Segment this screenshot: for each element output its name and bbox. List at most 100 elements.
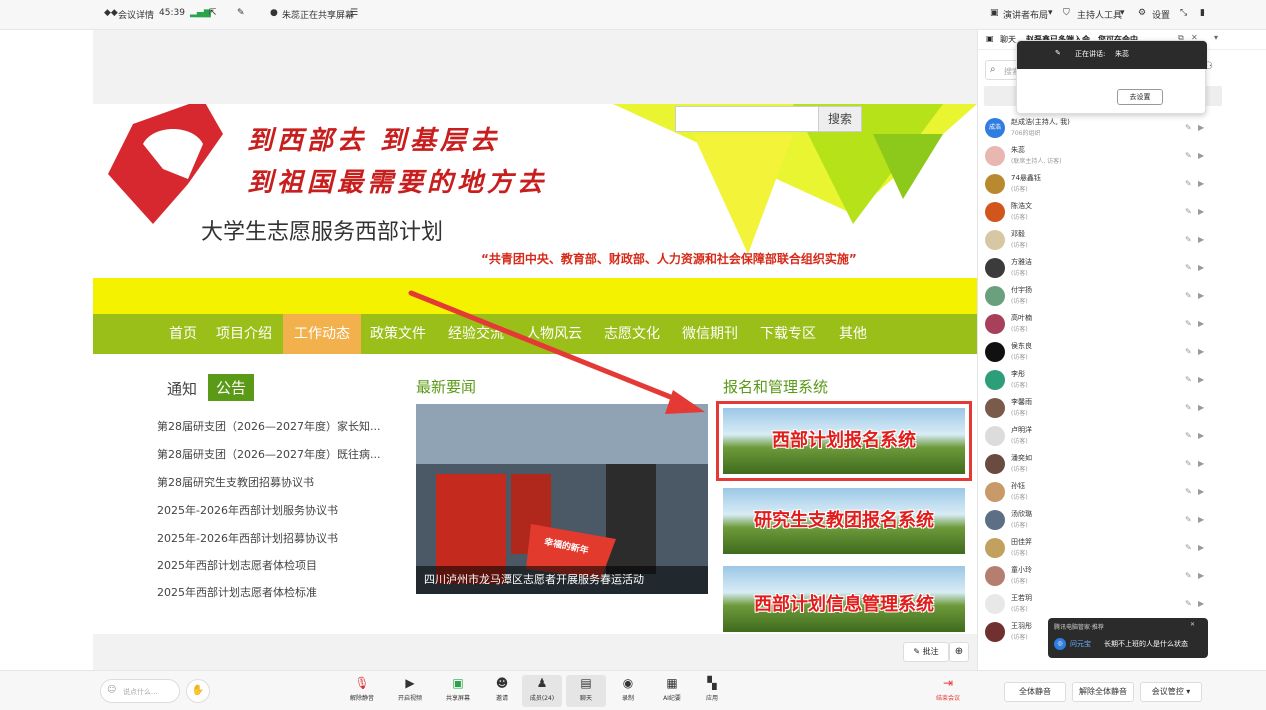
mic-muted-icon[interactable]: ✎ [1185, 123, 1192, 132]
member-row[interactable]: 童小玲 (访客) ✎ ▶ [978, 562, 1266, 590]
member-row[interactable]: 卢明洋 (访客) ✎ ▶ [978, 422, 1266, 450]
member-row[interactable]: 潘奕如 (访客) ✎ ▶ [978, 450, 1266, 478]
mic-muted-icon[interactable]: ✎ [1185, 235, 1192, 244]
nav-item-download[interactable]: 下载专区 [755, 314, 821, 354]
camera-off-icon[interactable]: ▶ [1198, 263, 1204, 272]
ai-notes-button[interactable]: ▦ AI纪要 [652, 675, 692, 707]
camera-off-icon[interactable]: ▶ [1198, 179, 1204, 188]
popout-icon[interactable]: ⇱ [209, 8, 217, 18]
mic-muted-icon[interactable]: ✎ [1185, 207, 1192, 216]
layout-button[interactable]: 演讲者布局 [1003, 8, 1048, 21]
member-row[interactable]: 高叶楠 (访客) ✎ ▶ [978, 310, 1266, 338]
mic-muted-icon[interactable]: ✎ [1185, 179, 1192, 188]
raise-hand-icon[interactable]: ✋ [186, 679, 210, 703]
camera-off-icon[interactable]: ▶ [1198, 151, 1204, 160]
settings-button[interactable]: 设置 [1152, 8, 1170, 21]
mic-muted-icon[interactable]: ✎ [1185, 431, 1192, 440]
system-banner-info[interactable]: 西部计划信息管理系统 [723, 566, 965, 632]
record-button[interactable]: ◉ 录制 [608, 675, 648, 707]
member-row[interactable]: 侯东良 (访客) ✎ ▶ [978, 338, 1266, 366]
camera-off-icon[interactable]: ▶ [1198, 235, 1204, 244]
camera-off-icon[interactable]: ▶ [1198, 375, 1204, 384]
mic-muted-icon[interactable]: ✎ [1185, 403, 1192, 412]
chat-tab[interactable]: 聊天 [1000, 34, 1016, 45]
member-row[interactable]: 李馨雨 (访客) ✎ ▶ [978, 394, 1266, 422]
nav-item-intro[interactable]: 项目介绍 [211, 314, 277, 354]
annotate-button[interactable]: ✎ 批注 [903, 642, 949, 662]
member-row[interactable]: 汤欣璐 (访客) ✎ ▶ [978, 506, 1266, 534]
recommend-popup[interactable]: 腾讯电脑管家·推荐 ✕ ◎ 问元宝 长期不上班的人是什么状态 [1048, 618, 1208, 658]
mic-muted-icon[interactable]: ✎ [1185, 543, 1192, 552]
mic-muted-icon[interactable]: ✎ [1185, 571, 1192, 580]
notice-item[interactable]: 第28届研究生支教团招募协议书 [157, 474, 383, 490]
camera-off-icon[interactable]: ▶ [1198, 543, 1204, 552]
nav-item-policy[interactable]: 政策文件 [365, 314, 431, 354]
site-search-button[interactable]: 搜索 [818, 106, 862, 132]
mic-muted-icon[interactable]: ✎ [1185, 515, 1192, 524]
camera-off-icon[interactable]: ▶ [1198, 403, 1204, 412]
leave-meeting-button[interactable]: ⇥ 结束会议 [928, 675, 968, 707]
mic-muted-icon[interactable]: ✎ [1185, 291, 1192, 300]
fullscreen-icon[interactable]: ⤡ [1180, 8, 1187, 18]
goto-settings-button[interactable]: 去设置 [1117, 89, 1163, 105]
camera-off-icon[interactable]: ▶ [1198, 207, 1204, 216]
share-screen-button[interactable]: ▣ 共享屏幕 [438, 675, 478, 707]
camera-off-icon[interactable]: ▶ [1198, 571, 1204, 580]
camera-off-icon[interactable]: ▶ [1198, 319, 1204, 328]
meeting-control-button[interactable]: 会议管控 ▾ [1140, 682, 1202, 702]
mic-muted-icon[interactable]: ✎ [1185, 459, 1192, 468]
member-row[interactable]: 朱蕊 (联席主持人, 访客) ✎ ▶ [978, 142, 1266, 170]
unmute-all-button[interactable]: 解除全体静音 [1072, 682, 1134, 702]
member-row[interactable]: 李彤 (访客) ✎ ▶ [978, 366, 1266, 394]
nav-item-wechat[interactable]: 微信期刊 [677, 314, 743, 354]
nav-item-culture[interactable]: 志愿文化 [599, 314, 665, 354]
emoji-icon[interactable]: ☺ [107, 685, 116, 695]
camera-off-icon[interactable]: ▶ [1198, 431, 1204, 440]
camera-off-icon[interactable]: ▶ [1198, 459, 1204, 468]
news-image[interactable]: 幸福的新年 四川泸州市龙马潭区志愿者开展服务春运活动 [416, 404, 708, 594]
unmute-button[interactable]: 🎙 解除静音 [342, 675, 382, 707]
member-row[interactable]: 付宇扬 (访客) ✎ ▶ [978, 282, 1266, 310]
camera-off-icon[interactable]: ▶ [1198, 487, 1204, 496]
apps-button[interactable]: ▚ 应用 [692, 675, 732, 707]
video-button[interactable]: ▶ 开启视频 [390, 675, 430, 707]
nav-item-news[interactable]: 工作动态 [283, 314, 361, 354]
notice-item[interactable]: 2025年-2026年西部计划招募协议书 [157, 530, 383, 546]
notice-item[interactable]: 2025年-2026年西部计划服务协议书 [157, 502, 383, 518]
mute-all-button[interactable]: 全体静音 [1004, 682, 1066, 702]
zoom-icon[interactable]: ⊕ [949, 642, 969, 662]
chat-button[interactable]: ▤ 聊天 [566, 675, 606, 707]
host-tools-button[interactable]: 主持人工具 [1077, 8, 1122, 21]
menu-icon[interactable]: ☰ [350, 8, 358, 18]
meeting-details-button[interactable]: 会议详情 [118, 8, 154, 21]
nav-item-home[interactable]: 首页 [159, 314, 207, 354]
nav-item-experience[interactable]: 经验交流 [443, 314, 509, 354]
member-row[interactable]: 成浩 赵成浩(主持人, 我) 706的组织 ✎ ▶ [978, 114, 1266, 142]
member-row[interactable]: 74悬鑫钰 (访客) ✎ ▶ [978, 170, 1266, 198]
member-row[interactable]: 孙钰 (访客) ✎ ▶ [978, 478, 1266, 506]
close-icon[interactable]: ✕ [1190, 621, 1195, 628]
mic-muted-icon[interactable]: ✎ [1185, 487, 1192, 496]
gear-icon[interactable]: ⚙ [1138, 8, 1146, 18]
member-row[interactable]: 田佳笄 (访客) ✎ ▶ [978, 534, 1266, 562]
nav-item-people[interactable]: 人物风云 [521, 314, 587, 354]
notice-item[interactable]: 第28届研支团（2026—2027年度）既往病... [157, 446, 383, 462]
camera-off-icon[interactable]: ▶ [1198, 347, 1204, 356]
member-row[interactable]: 王若玥 (访客) ✎ ▶ [978, 590, 1266, 618]
site-search-input[interactable]: 搜索 [675, 106, 862, 132]
chevron-down-icon[interactable]: ▾ [1214, 33, 1218, 42]
mic-muted-icon[interactable]: ✎ [1185, 319, 1192, 328]
member-row[interactable]: 陈浩文 (访客) ✎ ▶ [978, 198, 1266, 226]
mic-muted-icon[interactable]: ✎ [1185, 375, 1192, 384]
notice-item[interactable]: 2025年西部计划志愿者体检标准 [157, 584, 383, 600]
sidebar-toggle-icon[interactable]: ▮ [1200, 8, 1205, 18]
invite-button[interactable]: ☻ 邀请 [482, 675, 522, 707]
camera-off-icon[interactable]: ▶ [1198, 291, 1204, 300]
camera-off-icon[interactable]: ▶ [1198, 599, 1204, 608]
members-button[interactable]: ♟ 成员(24) [522, 675, 562, 707]
system-banner-registration[interactable]: 西部计划报名系统 [716, 401, 972, 481]
annotation-tool-icon[interactable]: ✎ [237, 8, 245, 18]
mic-muted-icon[interactable]: ✎ [1185, 347, 1192, 356]
mic-muted-icon[interactable]: ✎ [1185, 599, 1192, 608]
mic-muted-icon[interactable]: ✎ [1185, 263, 1192, 272]
